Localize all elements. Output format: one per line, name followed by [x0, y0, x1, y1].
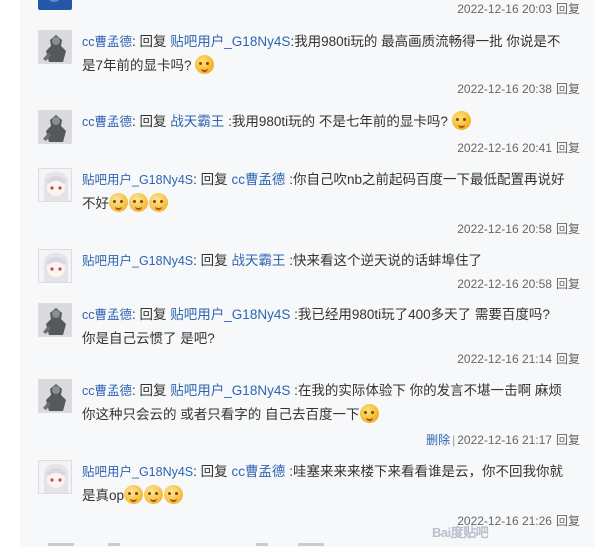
- reply-content: cc曹孟德: 回复 贴吧用户_G18Ny4S :我已经用980ti玩了400多天…: [82, 307, 550, 346]
- reply-target[interactable]: cc曹孟德: [231, 464, 285, 479]
- author-name[interactable]: cc曹孟德: [82, 384, 132, 398]
- reply-target[interactable]: 贴吧用户_G18Ny4S: [170, 383, 290, 398]
- reply-link[interactable]: 回复: [556, 352, 580, 366]
- avatar[interactable]: [38, 0, 72, 10]
- anime-girl-icon: [39, 461, 71, 493]
- reply-text: :我已经用980ti玩了400多天了 需要百度吗?: [294, 307, 550, 322]
- page-gutter: [594, 0, 606, 547]
- reply-content: cc曹孟德: 回复 贴吧用户_G18Ny4S :在我的实际体验下 你的发言不堪一…: [82, 383, 562, 423]
- timestamp: 2022-12-16 21:14: [457, 352, 552, 366]
- author-name[interactable]: cc曹孟德: [82, 35, 132, 49]
- emoticon-icon: [124, 485, 144, 504]
- emoticon-icon: [195, 55, 215, 74]
- emoticon-icon: [129, 193, 148, 212]
- avatar[interactable]: [38, 30, 72, 64]
- reply-verb: 回复: [200, 172, 228, 187]
- avatar[interactable]: [38, 249, 72, 283]
- reply-text: 不好: [82, 196, 109, 211]
- reply-meta: 2022-12-16 20:03 回复: [457, 0, 580, 17]
- timestamp: 2022-12-16 20:38: [457, 82, 552, 96]
- armored-figure-icon: [39, 31, 71, 63]
- reply-link[interactable]: 回复: [556, 141, 580, 155]
- reply-content: cc曹孟德: 回复 贴吧用户_G18Ny4S:我用980ti玩的 最高画质流畅得…: [82, 34, 561, 74]
- avatar[interactable]: [38, 110, 72, 144]
- reply-verb: 回复: [200, 464, 228, 479]
- timestamp: 2022-12-16 20:41: [457, 141, 552, 155]
- avatar[interactable]: [38, 460, 72, 494]
- reply-link[interactable]: 回复: [556, 222, 580, 236]
- baidu-tieba-watermark: Bai度贴吧: [432, 525, 489, 540]
- reply-link[interactable]: 回复: [556, 514, 580, 528]
- reply-target[interactable]: 贴吧用户_G18Ny4S: [170, 307, 290, 322]
- emoticon-icon: [149, 193, 168, 212]
- reply-content: 贴吧用户_G18Ny4S: 回复 cc曹孟德 :哇塞来来来楼下来看看谁是云，你不…: [82, 464, 563, 504]
- author-name[interactable]: 贴吧用户_G18Ny4S: [82, 173, 193, 187]
- author-name[interactable]: 贴吧用户_G18Ny4S: [82, 254, 193, 268]
- timestamp: 2022-12-16 20:58: [457, 222, 552, 236]
- timestamp: 2022-12-16 20:03: [457, 2, 552, 16]
- reply-target[interactable]: cc曹孟德: [231, 172, 285, 187]
- reply-text: 是真op: [82, 488, 125, 503]
- reply-verb: 回复: [139, 34, 167, 49]
- armored-figure-icon: [39, 380, 71, 412]
- reply-target[interactable]: 战天霸王: [170, 114, 224, 129]
- reply-verb: 回复: [139, 307, 167, 322]
- emoticon-icon: [109, 193, 128, 212]
- reply-text: 你这种只会云的 或者只看字的 自己去百度一下: [82, 407, 360, 422]
- reply-text: :在我的实际体验下 你的发言不堪一击啊 麻烦: [294, 383, 562, 398]
- reply-text: 你是自己云惯了 是吧?: [82, 331, 215, 346]
- reply-verb: 回复: [139, 114, 167, 129]
- reply-link[interactable]: 回复: [556, 433, 580, 447]
- emoticon-icon: [164, 485, 184, 504]
- reply-meta: 2022-12-16 20:41 回复: [457, 139, 580, 156]
- reply-verb: 回复: [200, 253, 228, 268]
- timestamp: 2022-12-16 21:17: [457, 433, 552, 447]
- reply-text: 是7年前的显卡吗?: [82, 58, 192, 73]
- reply-verb: 回复: [139, 383, 167, 398]
- emoticon-icon: [359, 404, 379, 423]
- reply-target[interactable]: 贴吧用户_G18Ny4S: [170, 34, 290, 49]
- author-name[interactable]: cc曹孟德: [82, 115, 132, 129]
- author-name[interactable]: cc曹孟德: [82, 308, 132, 322]
- separator: |: [452, 433, 456, 447]
- author-name[interactable]: 贴吧用户_G18Ny4S: [82, 465, 193, 479]
- reply-meta: 2022-12-16 21:14 回复: [457, 350, 580, 367]
- reply-text: :我用980ti玩的 不是七年前的显卡吗?: [228, 114, 448, 129]
- reply-content: 贴吧用户_G18Ny4S: 回复 战天霸王 :快来看这个逆天说的话蚌埠住了: [82, 253, 482, 268]
- reply-content: cc曹孟德: 回复 战天霸王 :我用980ti玩的 不是七年前的显卡吗?: [82, 110, 587, 134]
- reply-content: 贴吧用户_G18Ny4S: 回复 cc曹孟德 :你自己吹nb之前起码百度一下最低…: [82, 172, 565, 212]
- timestamp: 2022-12-16 20:58: [457, 277, 552, 291]
- emoticon-icon: [451, 111, 471, 130]
- reply-link[interactable]: 回复: [556, 277, 580, 291]
- reply-meta: 删除 | 2022-12-16 21:17 回复: [426, 431, 580, 448]
- armored-figure-icon: [39, 111, 71, 143]
- reply-meta: 2022-12-16 20:58 回复: [457, 220, 580, 237]
- reply-target[interactable]: 战天霸王: [231, 253, 285, 268]
- reply-text: :快来看这个逆天说的话蚌埠住了: [289, 253, 482, 268]
- avatar[interactable]: [38, 303, 72, 337]
- anime-girl-icon: [39, 250, 71, 282]
- reply-text: :你自己吹nb之前起码百度一下最低配置再说好: [289, 172, 565, 187]
- reply-link[interactable]: 回复: [556, 82, 580, 96]
- reply-meta: 2022-12-16 20:38 回复: [457, 80, 580, 97]
- next-section-edge: [48, 543, 528, 547]
- reply-text: :哇塞来来来楼下来看看谁是云，你不回我你就: [289, 464, 563, 479]
- armored-figure-icon: [39, 304, 71, 336]
- avatar[interactable]: [38, 379, 72, 413]
- anime-girl-icon: [39, 169, 71, 201]
- reply-link[interactable]: 回复: [556, 2, 580, 16]
- reply-meta: 2022-12-16 20:58 回复: [457, 275, 580, 292]
- reply-text: :我用980ti玩的 最高画质流畅得一批 你说是不: [290, 34, 561, 49]
- avatar[interactable]: [38, 168, 72, 202]
- emoticon-icon: [144, 485, 164, 504]
- delete-link[interactable]: 删除: [426, 433, 450, 447]
